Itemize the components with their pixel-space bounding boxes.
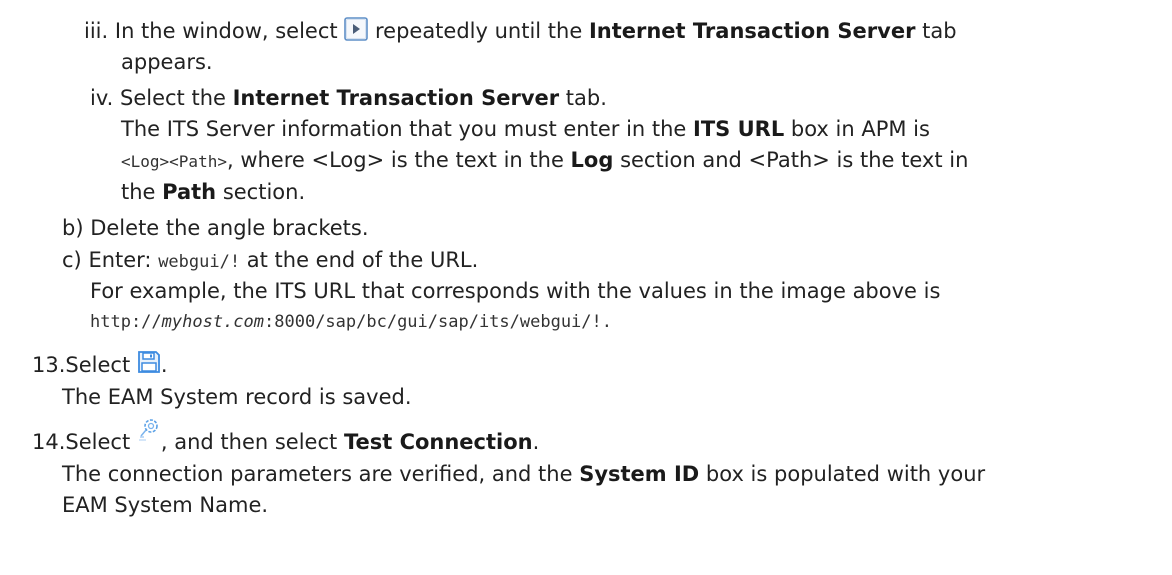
step-14-text-mid: , and then select: [160, 430, 344, 454]
step-iii-marker: iii.: [84, 19, 109, 43]
step-iv-p2-mid: , where <Log> is the text in the: [226, 148, 571, 172]
step-c-text-after: at the end of the URL.: [240, 248, 479, 272]
step-13-marker: 13.: [32, 353, 66, 377]
document-page: iii. In the window, select repeatedly un…: [0, 0, 1172, 575]
step-iv-bold: Internet Transaction Server: [232, 86, 560, 110]
step-13: 13.Select .: [32, 350, 168, 381]
step-c-example: For example, the ITS URL that correspond…: [90, 279, 941, 303]
step-iv-p1-after: box in APM is: [784, 117, 930, 141]
step-c: c) Enter: webgui/! at the end of the URL…: [62, 245, 478, 278]
url-host: myhost.com: [161, 312, 265, 332]
step-iii-bold: Internet Transaction Server: [588, 19, 916, 43]
example-url: http://myhost.com:8000/sap/bc/gui/sap/it…: [90, 307, 612, 338]
step-13-text: Select: [65, 353, 137, 377]
url-prefix: http://: [90, 312, 162, 332]
next-arrow-icon: [344, 17, 369, 41]
step-14-r1-text: The connection parameters are verified, …: [62, 462, 580, 486]
step-13-text-after: .: [160, 353, 168, 377]
step-iii-cont: appears.: [121, 50, 213, 74]
step-14-bold: Test Connection: [343, 430, 533, 454]
step-iv-p3-bold: Path: [162, 180, 217, 204]
step-14-result-1: The connection parameters are verified, …: [62, 459, 985, 490]
step-iv-p2-after: section and <Path> is the text in: [613, 148, 969, 172]
step-iv: iv. Select the Internet Transaction Serv…: [90, 83, 607, 114]
step-14-r1-bold: System ID: [579, 462, 700, 486]
step-iv-text-end: tab.: [559, 86, 607, 110]
step-13-result: The EAM System record is saved.: [62, 385, 412, 409]
connection-icon: [137, 418, 161, 444]
step-iv-p3-after: section.: [216, 180, 306, 204]
step-iv-p3-text: the: [121, 180, 163, 204]
url-path: :8000/sap/bc/gui/sap/its/webgui/!: [264, 312, 602, 332]
step-14-text-end: .: [532, 430, 540, 454]
step-iv-p1: The ITS Server information that you must…: [121, 114, 930, 145]
step-b: b) Delete the angle brackets.: [62, 213, 369, 244]
step-iii: iii. In the window, select repeatedly un…: [84, 16, 957, 47]
step-14-marker: 14.: [32, 430, 66, 454]
step-iii-text-after: repeatedly until the: [368, 19, 589, 43]
step-iv-p1-text: The ITS Server information that you must…: [121, 117, 694, 141]
step-iv-text: Select the: [120, 86, 233, 110]
step-iv-p2-code: <Log><Path>: [121, 152, 227, 171]
step-b-text: Delete the angle brackets.: [90, 216, 369, 240]
step-c-code: webgui/!: [158, 252, 241, 272]
step-iv-p1-bold: ITS URL: [693, 117, 785, 141]
step-b-marker: b): [62, 216, 84, 240]
url-end: .: [601, 312, 613, 332]
step-iv-p2-bold: Log: [570, 148, 614, 172]
step-iv-marker: iv.: [90, 86, 114, 110]
step-iii-text: In the window, select: [114, 19, 345, 43]
step-14-text: Select: [65, 430, 137, 454]
step-iv-p3: the Path section.: [121, 177, 305, 208]
step-14-r1-after: box is populated with your: [699, 462, 986, 486]
step-iii-text-end: tab: [915, 19, 957, 43]
step-c-text: Enter:: [88, 248, 159, 272]
step-c-marker: c): [62, 248, 82, 272]
save-disk-icon: [137, 350, 161, 374]
step-14-result-2: EAM System Name.: [62, 493, 269, 517]
step-iv-p2: <Log><Path>, where <Log> is the text in …: [121, 145, 968, 177]
step-14: 14.Select , and then select Test Connect…: [32, 419, 540, 458]
